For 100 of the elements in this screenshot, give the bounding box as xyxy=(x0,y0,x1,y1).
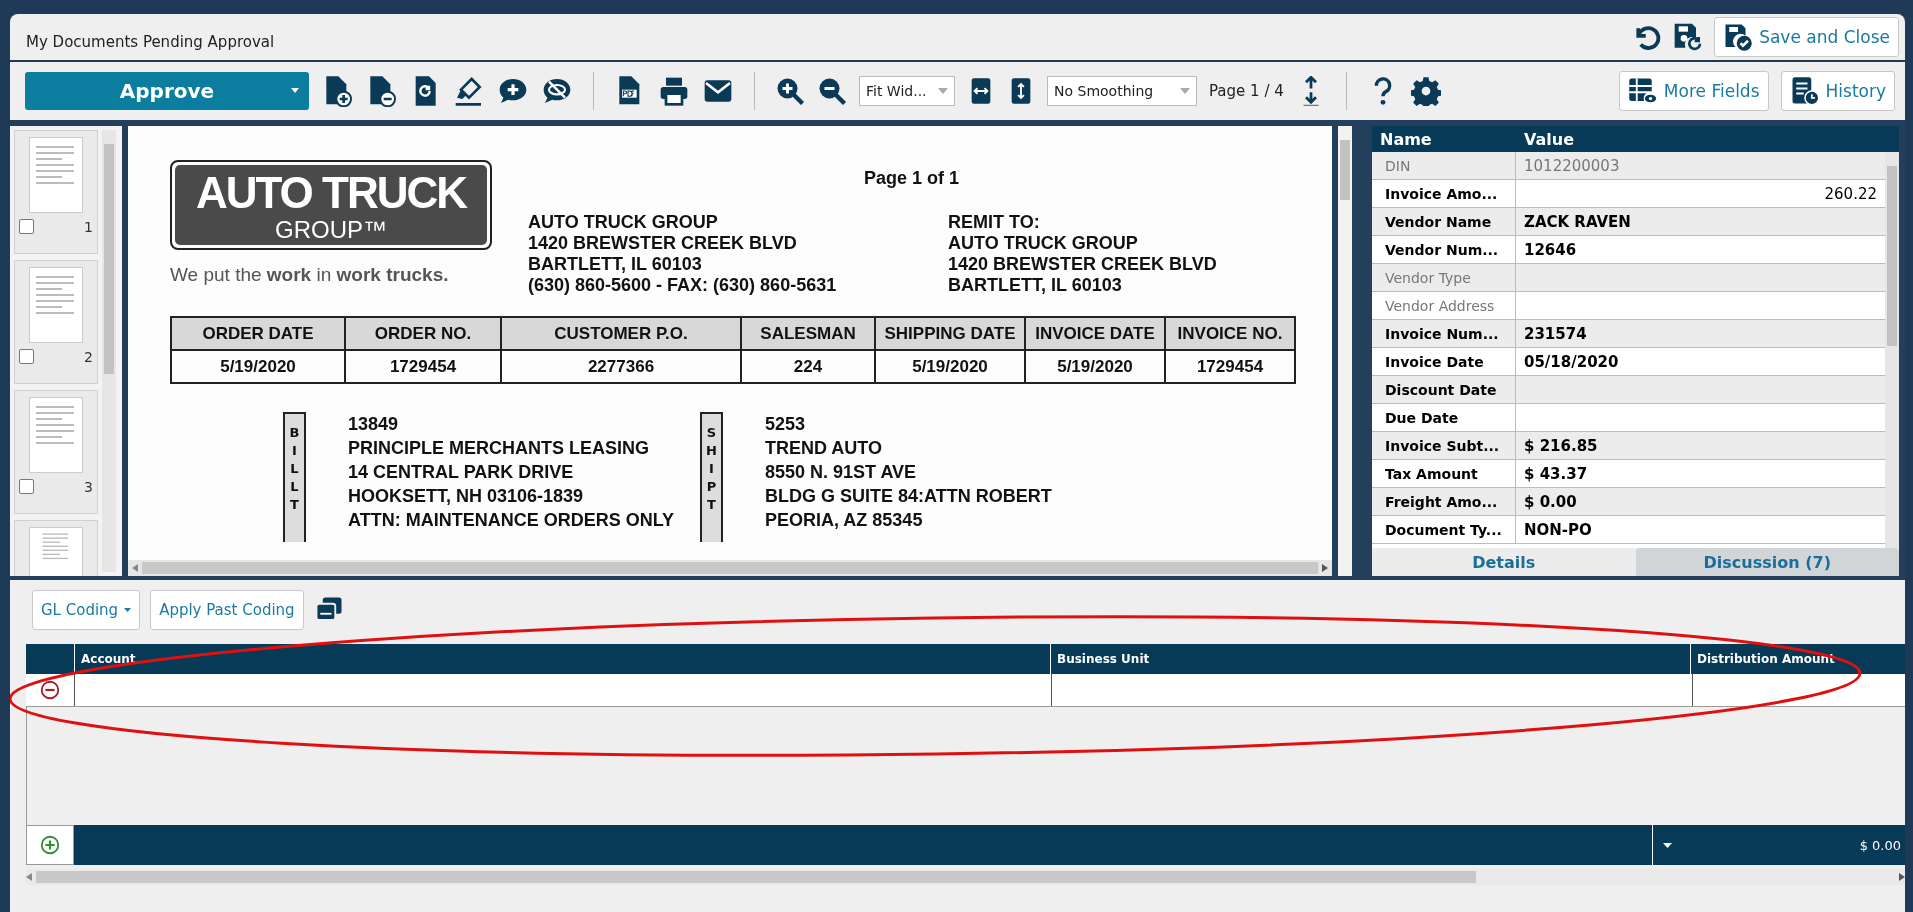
order-table-cell: 1729454 xyxy=(345,350,501,383)
thumbnail-scrollbar[interactable] xyxy=(102,130,116,572)
page-checkbox[interactable] xyxy=(19,479,34,494)
order-table-header: INVOICE DATE xyxy=(1025,317,1165,350)
bill-to-line: 13849 xyxy=(348,413,400,436)
logo-subtitle: GROUP™ xyxy=(274,217,388,243)
caret-icon xyxy=(1180,88,1190,94)
order-table-header: SHIPPING DATE xyxy=(875,317,1025,350)
fields-scrollbar[interactable] xyxy=(1885,152,1899,548)
window-title: My Documents Pending Approval xyxy=(26,32,276,51)
scrollbar-thumb[interactable] xyxy=(142,562,1318,574)
field-name: Vendor Address xyxy=(1372,292,1516,319)
field-name: Tax Amount xyxy=(1372,460,1516,487)
sender-address-line: AUTO TRUCK GROUP xyxy=(528,212,719,233)
column-header: Value xyxy=(1524,129,1575,149)
bill-to-label: BILL T xyxy=(283,412,306,542)
field-value: NON-PO xyxy=(1523,519,1593,541)
remove-row-icon[interactable] xyxy=(39,679,61,701)
order-table-header: SALESMAN xyxy=(741,317,875,350)
more-fields-button[interactable]: More Fields xyxy=(1618,71,1769,111)
ship-to-line: 8550 N. 91ST AVE xyxy=(765,461,918,484)
order-table-header: CUSTOMER P.O. xyxy=(501,317,741,350)
sender-address-line: (630) 860-5600 - FAX: (630) 860-5631 xyxy=(528,275,838,296)
zoom-mode-dropdown[interactable]: Fit Wid... xyxy=(859,76,955,106)
field-value: 12646 xyxy=(1523,239,1578,261)
scroll-right-icon[interactable] xyxy=(1899,873,1905,881)
remit-address-line: REMIT TO: xyxy=(948,212,1041,233)
page-checkbox[interactable] xyxy=(19,219,34,234)
field-value: $ 43.37 xyxy=(1523,463,1589,485)
panel-tab[interactable]: Discussion (7) xyxy=(1635,548,1899,576)
order-table-header: ORDER NO. xyxy=(345,317,501,350)
field-value: 05/18/2020 xyxy=(1523,351,1620,373)
add-row-icon[interactable] xyxy=(39,834,61,856)
zoom-in-icon[interactable] xyxy=(775,76,805,106)
field-name: Document Ty... xyxy=(1372,516,1516,543)
total-amount: $ 0.00 xyxy=(1859,837,1901,853)
field-value: ZACK RAVEN xyxy=(1523,211,1632,233)
smoothing-dropdown[interactable]: No Smoothing xyxy=(1047,76,1197,106)
order-table-header: ORDER DATE xyxy=(171,317,345,350)
ship-to-line: BLDG G SUITE 84:ATTN ROBERT xyxy=(765,485,1052,508)
field-name: DIN xyxy=(1372,152,1516,179)
bill-to-line: 14 CENTRAL PARK DRIVE xyxy=(348,461,575,484)
scroll-left-icon[interactable] xyxy=(132,564,138,572)
bill-to-line: HOOKSETT, NH 03106-1839 xyxy=(348,485,585,508)
scroll-left-icon[interactable] xyxy=(26,873,32,881)
field-value: $ 216.85 xyxy=(1523,435,1599,457)
field-value: 231574 xyxy=(1523,323,1588,345)
page-thumbnail[interactable]: 3 xyxy=(14,390,98,514)
caret-icon[interactable] xyxy=(1663,842,1672,848)
page-indicator: Page 1 / 4 xyxy=(1209,82,1284,100)
remit-address-line: BARTLETT, IL 60103 xyxy=(948,275,1123,296)
field-name: Vendor Name xyxy=(1372,208,1516,235)
remit-address-line: 1420 BREWSTER CREEK BLVD xyxy=(948,254,1218,275)
page-number: 2 xyxy=(84,349,93,365)
field-value: 1012200003 xyxy=(1523,155,1621,177)
bill-to-line: ATTN: MAINTENANCE ORDERS ONLY xyxy=(348,509,675,532)
sender-address-line: BARTLETT, IL 60103 xyxy=(528,254,703,275)
remit-address-line: AUTO TRUCK GROUP xyxy=(948,233,1139,254)
history-button[interactable]: History xyxy=(1780,71,1895,111)
zoom-out-icon[interactable] xyxy=(817,76,847,106)
scrollbar-thumb[interactable] xyxy=(36,871,1476,883)
field-name: Invoice Date xyxy=(1372,348,1516,375)
field-name: Discount Date xyxy=(1372,376,1516,403)
logo-title: AUTO TRUCK xyxy=(194,169,468,217)
save-and-close-button[interactable]: Save and Close xyxy=(1714,17,1899,57)
order-table-cell: 5/19/2020 xyxy=(171,350,345,383)
ship-to-line: TREND AUTO xyxy=(765,437,883,460)
scroll-right-icon[interactable] xyxy=(1322,564,1328,572)
order-table-cell: 224 xyxy=(741,350,875,383)
order-table-cell: 1729454 xyxy=(1165,350,1295,383)
caret-icon xyxy=(124,608,132,612)
order-table-cell: 5/19/2020 xyxy=(1025,350,1165,383)
approve-button[interactable]: Approve xyxy=(25,72,309,110)
order-table-cell: 5/19/2020 xyxy=(875,350,1025,383)
tagline: We put the work in work trucks. xyxy=(170,264,450,286)
order-table-header: INVOICE NO. xyxy=(1165,317,1295,350)
field-name: Due Date xyxy=(1372,404,1516,431)
gl-coding-dropdown[interactable]: GL Coding xyxy=(32,590,141,630)
field-name: Invoice Num... xyxy=(1372,320,1516,347)
apply-past-coding-button[interactable]: Apply Past Coding xyxy=(150,590,304,630)
field-value: $ 0.00 xyxy=(1523,491,1578,513)
field-name: Invoice Subt... xyxy=(1372,432,1516,459)
field-name: Freight Amo... xyxy=(1372,488,1516,515)
bill-to-line: PRINCIPLE MERCHANTS LEASING xyxy=(348,437,651,460)
caret-icon xyxy=(291,88,299,93)
save-check-icon xyxy=(1723,22,1754,52)
column-header: Name xyxy=(1379,129,1433,149)
page-thumbnail[interactable]: 1 xyxy=(14,130,98,254)
document-vertical-scrollbar[interactable] xyxy=(1338,126,1352,576)
page-label: Page 1 of 1 xyxy=(864,168,960,188)
page-thumbnail[interactable]: 2 xyxy=(14,260,98,384)
settings-icon[interactable] xyxy=(1410,76,1441,106)
sender-address-line: 1420 BREWSTER CREEK BLVD xyxy=(528,233,798,254)
field-name: Vendor Type xyxy=(1372,264,1516,291)
print-icon[interactable] xyxy=(658,75,690,107)
page-thumbnail[interactable] xyxy=(14,520,98,576)
page-preview xyxy=(29,527,83,576)
page-checkbox[interactable] xyxy=(19,349,34,364)
field-name: Vendor Num... xyxy=(1372,236,1516,263)
caret-icon xyxy=(938,88,948,94)
